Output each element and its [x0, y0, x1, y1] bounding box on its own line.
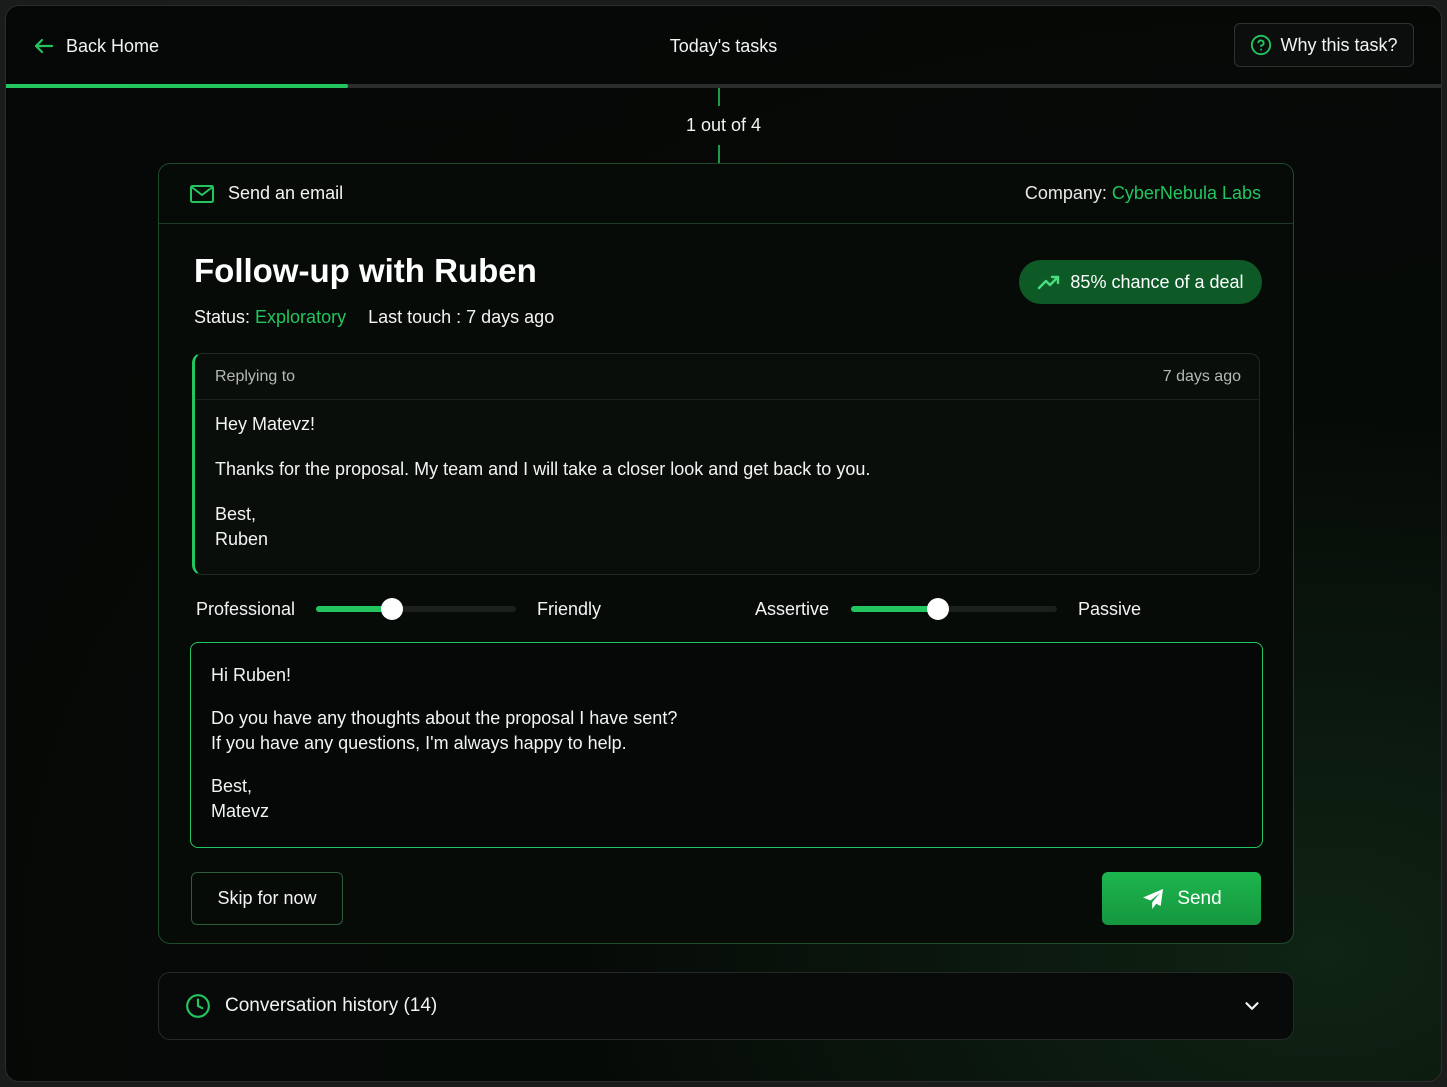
company-name-link[interactable]: CyberNebula Labs	[1112, 183, 1261, 203]
reply-greeting: Hey Matevz!	[215, 414, 316, 434]
send-button[interactable]: Send	[1102, 872, 1261, 925]
reply-signature: Ruben	[215, 529, 269, 549]
last-touch: Last touch : 7 days ago	[368, 307, 555, 327]
assertive-label: Assertive	[755, 599, 830, 619]
passive-label: Passive	[1078, 599, 1142, 619]
send-label: Send	[1177, 887, 1222, 909]
status-row: Status: Exploratory Last touch : 7 days …	[194, 307, 554, 328]
company-prefix: Company:	[1024, 183, 1112, 203]
task-title: Follow-up with Ruben	[194, 252, 537, 289]
question-circle-icon	[1251, 34, 1272, 56]
task-card-header: Send an email Company: CyberNebula Labs	[159, 164, 1293, 224]
status-prefix: Status:	[194, 307, 256, 327]
reply-time: 7 days ago	[1162, 367, 1241, 385]
clock-icon	[186, 994, 210, 1018]
step-connector-top	[718, 88, 720, 106]
compose-line-2: If you have any questions, I'm always ha…	[211, 733, 627, 753]
deal-chance-label: 85% chance of a deal	[1070, 271, 1244, 292]
task-type-label: Send an email	[228, 183, 344, 203]
slider-knob[interactable]	[926, 598, 949, 620]
app-window: Back Home Today's tasks Why this task? 1…	[5, 5, 1442, 1082]
reply-body: Hey Matevz! Thanks for the proposal. My …	[195, 400, 1259, 564]
mail-icon	[190, 184, 214, 203]
deal-chance-badge: 85% chance of a deal	[1019, 260, 1262, 304]
conversation-history-toggle[interactable]: Conversation history (14)	[158, 972, 1294, 1040]
chevron-down-icon[interactable]	[1241, 995, 1263, 1017]
professional-label: Professional	[196, 599, 296, 619]
status-value: Exploratory	[255, 307, 347, 327]
task-card: Send an email Company: CyberNebula Labs …	[158, 163, 1294, 944]
status-text: Status: Exploratory	[194, 307, 346, 328]
slider-fill	[851, 606, 938, 612]
friendly-label: Friendly	[537, 599, 602, 619]
step-connector-bottom	[718, 145, 720, 163]
replying-to-box: Replying to 7 days ago Hey Matevz! Thank…	[192, 353, 1260, 575]
replying-to-label: Replying to	[215, 367, 296, 385]
compose-greeting: Hi Ruben!	[211, 665, 292, 685]
tone-sliders: Professional Friendly Assertive Passive	[190, 594, 1270, 624]
trending-up-icon	[1038, 275, 1060, 290]
email-compose-textarea[interactable]: Hi Ruben! Do you have any thoughts about…	[190, 642, 1263, 848]
task-progress-bar	[6, 84, 1441, 88]
compose-signature: Matevz	[211, 801, 270, 821]
slider-knob[interactable]	[381, 598, 403, 620]
task-progress-fill	[6, 84, 348, 88]
step-counter: 1 out of 4	[685, 115, 762, 135]
professional-friendly-slider[interactable]	[316, 598, 516, 620]
compose-line-1: Do you have any thoughts about the propo…	[211, 708, 678, 728]
company-info: Company: CyberNebula Labs	[1025, 183, 1261, 204]
top-bar: Back Home Today's tasks Why this task?	[6, 6, 1441, 86]
why-this-task-label: Why this task?	[1280, 34, 1398, 55]
skip-button[interactable]: Skip for now	[191, 872, 343, 925]
reply-message: Thanks for the proposal. My team and I w…	[215, 459, 871, 479]
compose-signoff: Best,	[211, 776, 253, 796]
why-this-task-button[interactable]: Why this task?	[1234, 23, 1414, 67]
reply-signoff: Best,	[215, 504, 257, 524]
conversation-history-label: Conversation history (14)	[225, 995, 438, 1016]
page-title: Today's tasks	[669, 36, 778, 56]
send-icon	[1143, 888, 1164, 909]
assertive-passive-slider[interactable]	[851, 598, 1057, 620]
reply-header: Replying to 7 days ago	[195, 354, 1259, 400]
